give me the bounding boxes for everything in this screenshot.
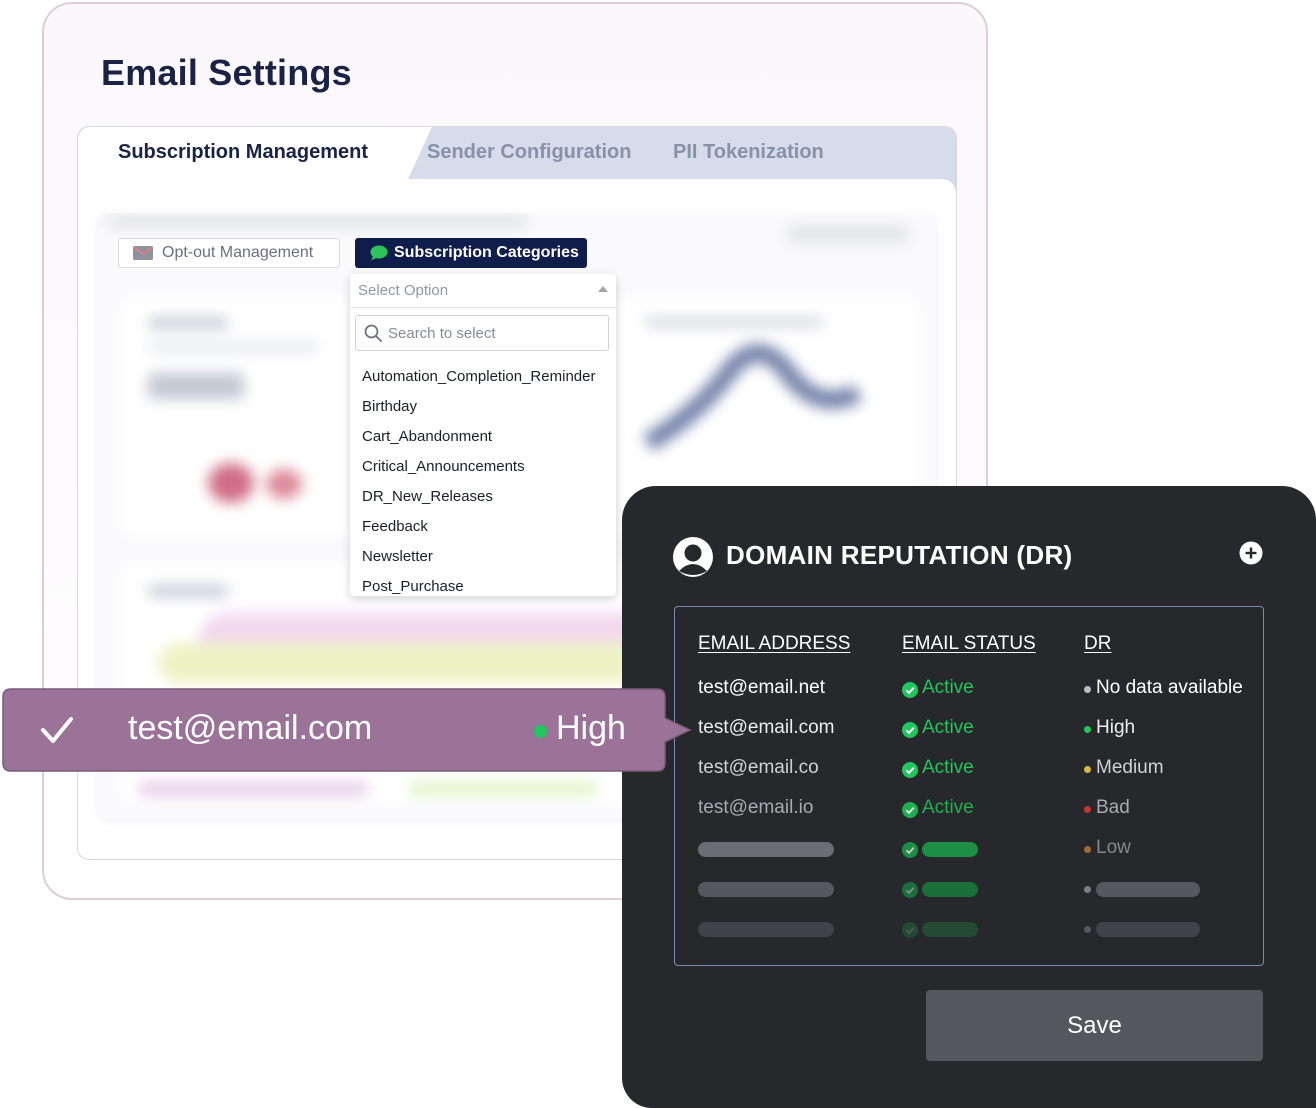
select-placeholder: Select Option (358, 282, 449, 299)
skeleton-status (922, 922, 978, 937)
status-active: Active (922, 797, 974, 818)
skeleton-email (698, 922, 834, 937)
column-header-dr[interactable]: DR (1084, 633, 1111, 655)
subscription-categories-label: Subscription Categories (394, 244, 579, 261)
dropdown-option[interactable]: Feedback (350, 512, 616, 542)
dr-level: High (1096, 717, 1136, 738)
tab-pii-tokenization[interactable]: PII Tokenization (673, 141, 824, 164)
dr-level-dot (1084, 686, 1091, 693)
skeleton-dr (1096, 882, 1200, 897)
check-circle-icon (902, 722, 918, 738)
table-row-email: test@email.io (698, 797, 814, 818)
tab-subscription-management[interactable]: Subscription Management (78, 127, 432, 179)
dropdown-option-list: Automation_Completion_Reminder Birthday … (350, 362, 616, 596)
caret-up-icon[interactable] (598, 286, 608, 292)
dropdown-option[interactable]: DR_New_Releases (350, 482, 616, 512)
check-circle-icon (902, 682, 918, 698)
optout-label: Opt-out Management (162, 244, 314, 261)
dropdown-option[interactable]: Newsletter (350, 542, 616, 572)
column-header-status[interactable]: EMAIL STATUS (902, 633, 1036, 655)
callout-email: test@email.com (128, 709, 373, 747)
dropdown-option[interactable]: Post_Purchase (350, 572, 616, 596)
checkmark-icon (41, 717, 73, 743)
optout-management-button[interactable]: Opt-out Management (118, 238, 340, 268)
subscription-categories-button[interactable]: Subscription Categories (355, 238, 587, 268)
skeleton-status (922, 842, 978, 857)
mail-icon (133, 246, 153, 260)
check-circle-icon (902, 762, 918, 778)
dropdown-option[interactable]: Birthday (350, 392, 616, 422)
add-icon[interactable] (1239, 541, 1263, 565)
search-placeholder: Search to select (388, 325, 496, 342)
dr-level-dot (1084, 886, 1091, 893)
high-level-dot (534, 725, 547, 738)
dr-level-dot (1084, 726, 1091, 733)
category-select[interactable]: Select Option (350, 274, 616, 308)
check-circle-icon (902, 882, 918, 898)
tab-label: Subscription Management (118, 141, 369, 163)
callout-dr-level: High (556, 709, 626, 747)
dr-level: Low (1096, 837, 1131, 858)
page-title: Email Settings (101, 52, 352, 93)
dr-level: Bad (1096, 797, 1130, 818)
dr-level: Medium (1096, 757, 1164, 778)
skeleton-status (922, 882, 978, 897)
user-avatar-icon (673, 537, 713, 577)
check-circle-icon (902, 842, 918, 858)
domain-reputation-card: DOMAIN REPUTATION (DR) EMAIL ADDRESS EMA… (622, 486, 1316, 1108)
skeleton-email (698, 882, 834, 897)
tab-bar: Subscription Management Sender Configura… (78, 127, 956, 179)
status-active: Active (922, 717, 974, 738)
save-button[interactable]: Save (926, 990, 1263, 1061)
domain-reputation-table: EMAIL ADDRESS EMAIL STATUS DR test@email… (674, 606, 1264, 966)
dr-level-dot (1084, 926, 1091, 933)
status-active: Active (922, 677, 974, 698)
column-header-email[interactable]: EMAIL ADDRESS (698, 633, 850, 655)
dropdown-option[interactable]: Cart_Abandonment (350, 422, 616, 452)
subscription-category-dropdown: Select Option Search to select Automatio… (350, 274, 616, 596)
domain-reputation-title: DOMAIN REPUTATION (DR) (726, 540, 1073, 570)
dropdown-option[interactable]: Automation_Completion_Reminder (350, 362, 616, 392)
skeleton-email (698, 842, 834, 857)
check-circle-icon (902, 922, 918, 938)
check-circle-icon (902, 802, 918, 818)
search-icon (364, 324, 382, 342)
dr-level-dot (1084, 806, 1091, 813)
dr-level: No data available (1096, 677, 1243, 698)
dropdown-option[interactable]: Critical_Announcements (350, 452, 616, 482)
dr-level-dot (1084, 766, 1091, 773)
dr-level-dot (1084, 846, 1091, 853)
chat-bubble-icon (370, 245, 388, 261)
dropdown-search-input[interactable]: Search to select (355, 315, 609, 351)
tab-sender-configuration[interactable]: Sender Configuration (427, 141, 631, 164)
tab-corner-decoration (932, 179, 956, 203)
skeleton-dr (1096, 922, 1200, 937)
table-row-email: test@email.co (698, 757, 819, 778)
status-active: Active (922, 757, 974, 778)
highlighted-row-callout: test@email.com High (2, 688, 692, 772)
table-row-email: test@email.com (698, 717, 835, 738)
table-row-email: test@email.net (698, 677, 826, 698)
